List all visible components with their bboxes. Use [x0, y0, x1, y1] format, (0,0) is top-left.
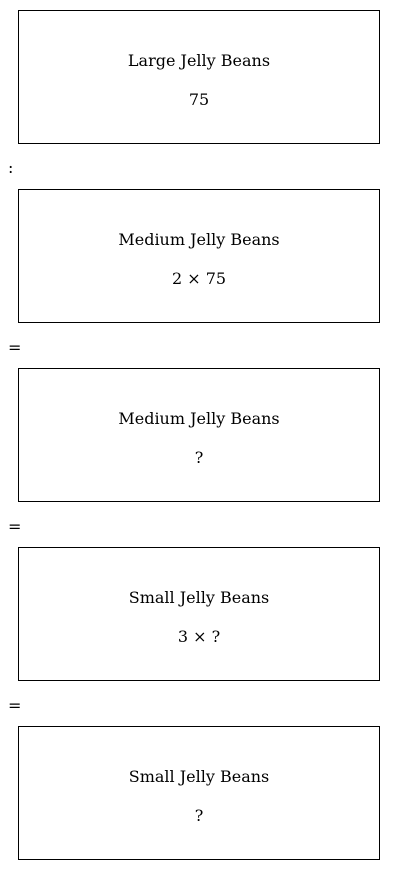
- ratio-separator: :: [8, 158, 14, 177]
- box-title: Medium Jelly Beans: [118, 230, 280, 249]
- box-value: 75: [188, 90, 210, 109]
- equals-separator: =: [8, 338, 22, 357]
- small-jelly-beans-unknown-box: Small Jelly Beans ?: [18, 726, 380, 860]
- box-title: Small Jelly Beans: [128, 588, 270, 607]
- box-value: 3 × ?: [177, 627, 221, 646]
- equals-separator: =: [8, 517, 22, 536]
- medium-jelly-beans-box: Medium Jelly Beans 2 × 75: [18, 189, 380, 323]
- large-jelly-beans-box: Large Jelly Beans 75: [18, 10, 380, 144]
- medium-jelly-beans-unknown-box: Medium Jelly Beans ?: [18, 368, 380, 502]
- equals-separator: =: [8, 696, 22, 715]
- box-value: 2 × 75: [171, 269, 227, 288]
- box-title: Large Jelly Beans: [127, 51, 271, 70]
- small-jelly-beans-box: Small Jelly Beans 3 × ?: [18, 547, 380, 681]
- box-value: ?: [194, 448, 204, 467]
- box-title: Small Jelly Beans: [128, 767, 270, 786]
- box-value: ?: [194, 806, 204, 825]
- box-title: Medium Jelly Beans: [118, 409, 280, 428]
